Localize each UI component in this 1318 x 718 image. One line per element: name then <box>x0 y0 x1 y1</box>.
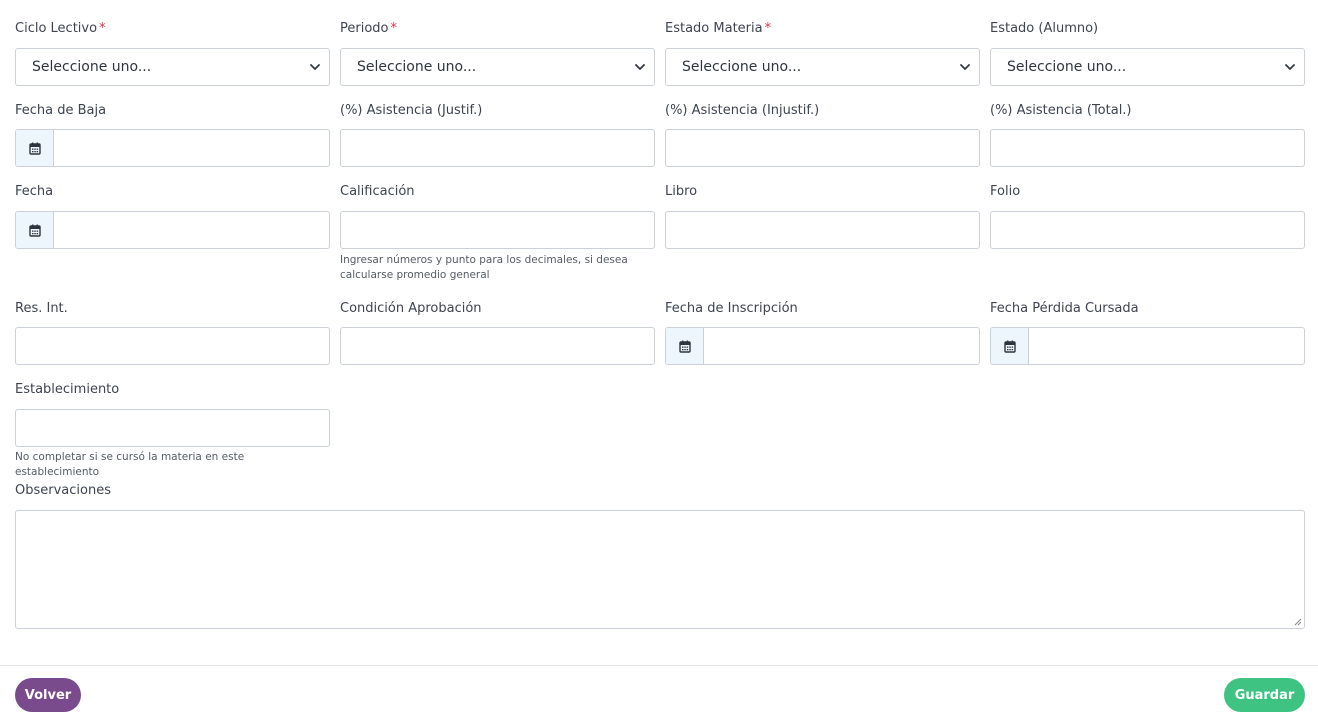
fecha-perdida-cursada-label: Fecha Pérdida Cursada <box>990 301 1139 316</box>
fecha-label: Fecha <box>15 184 54 199</box>
condicion-aprobacion-label: Condición Aprobación <box>340 301 482 316</box>
fecha-inscripcion-label: Fecha de Inscripción <box>665 301 798 316</box>
asistencia-injustif-input[interactable] <box>665 129 980 167</box>
back-button[interactable]: Volver <box>15 678 81 712</box>
fecha-perdida-cursada-input[interactable] <box>1029 328 1304 364</box>
fecha-date-input <box>15 211 330 249</box>
chevron-down-icon <box>310 64 320 70</box>
fecha-inscripcion-date-input <box>665 327 980 365</box>
periodo-selected-value: Seleccione uno... <box>357 59 477 75</box>
required-marker: * <box>390 21 398 36</box>
estado-materia-field: Estado Materia * Seleccione uno... <box>665 20 980 86</box>
row-resolution: Res. Int. Condición Aprobación Fecha de … <box>15 300 1305 365</box>
condicion-aprobacion-input[interactable] <box>340 327 655 365</box>
row-grades: Fecha Calificación Ingresar números y pu… <box>15 183 1305 281</box>
fecha-baja-date-input <box>15 129 330 167</box>
chevron-down-icon <box>635 64 645 70</box>
periodo-field: Periodo * Seleccione uno... <box>340 20 655 86</box>
required-marker: * <box>99 21 106 36</box>
folio-input[interactable] <box>990 211 1305 249</box>
asistencia-injustif-label: (%) Asistencia (Injustif.) <box>665 103 820 118</box>
establecimiento-label: Establecimiento <box>15 382 120 397</box>
establecimiento-help-text: No completar si se cursó la materia en e… <box>15 451 245 478</box>
asistencia-total-label: (%) Asistencia (Total.) <box>990 103 1132 118</box>
folio-label: Folio <box>990 184 1021 199</box>
calificacion-label: Calificación <box>340 184 415 199</box>
asistencia-total-field: (%) Asistencia (Total.) <box>990 102 1305 167</box>
row-attendance: Fecha de Baja (%) Asistencia (Justif.) (… <box>15 102 1305 167</box>
fecha-perdida-cursada-field: Fecha Pérdida Cursada <box>990 300 1305 365</box>
fecha-input[interactable] <box>54 212 329 248</box>
libro-label: Libro <box>665 184 698 199</box>
observaciones-label: Observaciones <box>15 483 111 498</box>
asistencia-justif-label: (%) Asistencia (Justif.) <box>340 103 483 118</box>
establecimiento-field: Establecimiento No completar si se cursó… <box>15 381 330 478</box>
calificacion-help-text: Ingresar números y punto para los decima… <box>340 254 628 281</box>
ciclo-lectivo-select[interactable]: Seleccione uno... <box>15 48 330 86</box>
estado-materia-select[interactable]: Seleccione uno... <box>665 48 980 86</box>
ciclo-lectivo-selected-value: Seleccione uno... <box>32 59 152 75</box>
establecimiento-input[interactable] <box>15 409 330 447</box>
condicion-aprobacion-field: Condición Aprobación <box>340 300 655 365</box>
estado-alumno-label: Estado (Alumno) <box>990 21 1099 36</box>
periodo-select[interactable]: Seleccione uno... <box>340 48 655 86</box>
res-int-field: Res. Int. <box>15 300 330 365</box>
estado-alumno-field: Estado (Alumno) Seleccione uno... <box>990 20 1305 86</box>
chevron-down-icon <box>1285 64 1295 70</box>
subject-record-form: Ciclo Lectivo * Seleccione uno... Periodo… <box>0 0 1318 718</box>
asistencia-justif-field: (%) Asistencia (Justif.) <box>340 102 655 167</box>
chevron-down-icon <box>960 64 970 70</box>
calendar-icon[interactable] <box>666 328 704 364</box>
libro-field: Libro <box>665 183 980 249</box>
observaciones-textarea[interactable] <box>15 510 1305 629</box>
calendar-icon[interactable] <box>16 212 54 248</box>
fecha-inscripcion-field: Fecha de Inscripción <box>665 300 980 365</box>
footer-divider <box>0 665 1318 666</box>
resize-handle-icon[interactable] <box>1294 618 1302 626</box>
calendar-icon[interactable] <box>991 328 1029 364</box>
row-establecimiento: Establecimiento No completar si se cursó… <box>15 381 1305 478</box>
libro-input[interactable] <box>665 211 980 249</box>
row-selects: Ciclo Lectivo * Seleccione uno... Periodo… <box>15 20 1305 86</box>
asistencia-justif-input[interactable] <box>340 129 655 167</box>
fecha-field: Fecha <box>15 183 330 249</box>
estado-alumno-selected-value: Seleccione uno... <box>1007 59 1127 75</box>
fecha-inscripcion-input[interactable] <box>704 328 979 364</box>
save-button[interactable]: Guardar <box>1224 678 1305 712</box>
folio-field: Folio <box>990 183 1305 249</box>
ciclo-lectivo-field: Ciclo Lectivo * Seleccione uno... <box>15 20 330 86</box>
asistencia-total-input[interactable] <box>990 129 1305 167</box>
calificacion-field: Calificación Ingresar números y punto pa… <box>340 183 655 281</box>
calificacion-input[interactable] <box>340 211 655 249</box>
fecha-baja-field: Fecha de Baja <box>15 102 330 167</box>
asistencia-injustif-field: (%) Asistencia (Injustif.) <box>665 102 980 167</box>
res-int-label: Res. Int. <box>15 301 68 316</box>
fecha-baja-label: Fecha de Baja <box>15 103 107 118</box>
periodo-label: Periodo * <box>340 21 398 36</box>
estado-materia-selected-value: Seleccione uno... <box>682 59 802 75</box>
estado-alumno-select[interactable]: Seleccione uno... <box>990 48 1305 86</box>
ciclo-lectivo-label: Ciclo Lectivo * <box>15 21 106 36</box>
fecha-baja-input[interactable] <box>54 130 329 166</box>
res-int-input[interactable] <box>15 327 330 365</box>
required-marker: * <box>764 21 772 36</box>
fecha-perdida-cursada-date-input <box>990 327 1305 365</box>
calendar-icon[interactable] <box>16 130 54 166</box>
estado-materia-label: Estado Materia * <box>665 21 772 36</box>
